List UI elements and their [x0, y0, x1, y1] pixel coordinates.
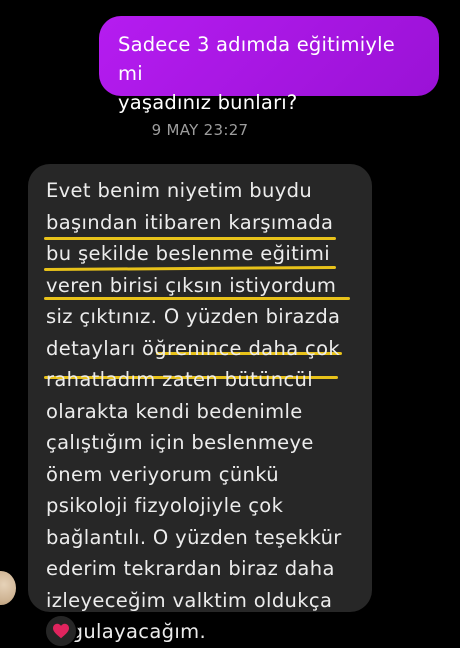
message-line: izleyeceğim valktim oldukça — [46, 588, 333, 612]
message-line: siz çıktınız. O yüzden birazda — [46, 305, 341, 328]
message-line: ederim tekrardan biraz daha — [46, 557, 335, 580]
message-line: çalıştığım için beslenmeye — [46, 431, 314, 454]
heart-icon — [53, 623, 69, 639]
message-line: detayları öğrenince daha çok — [46, 336, 341, 360]
message-line: veren birisi çıksın istiyordum — [46, 273, 337, 297]
message-timestamp: 9 MAY 23:27 — [151, 121, 249, 139]
message-line: psikoloji fizyolojiyle çok — [46, 494, 284, 517]
message-line: olarakta kendi bedenimle — [46, 399, 303, 423]
message-line: bu şekilde beslenme eğitimi — [46, 242, 331, 265]
sent-message-text: Sadece 3 adımda eğitimiyle mi yaşadınız … — [118, 33, 395, 114]
sent-message-bubble[interactable]: Sadece 3 adımda eğitimiyle mi yaşadınız … — [99, 16, 439, 114]
message-line: uygulayacağım. — [46, 620, 207, 643]
received-message-text: Evet benim niyetim buydu başından itibar… — [46, 175, 342, 648]
message-line: Evet benim niyetim buydu — [46, 179, 313, 202]
message-line: başından itibaren karşımada — [46, 210, 334, 234]
sender-avatar[interactable] — [0, 571, 16, 605]
message-reaction[interactable] — [44, 614, 78, 648]
message-line: bağlantılı. O yüzden teşekkür — [46, 525, 342, 549]
message-line: rahatladım zaten bütüncül — [46, 368, 314, 391]
message-line: önem veriyorum çünkü — [46, 462, 279, 486]
